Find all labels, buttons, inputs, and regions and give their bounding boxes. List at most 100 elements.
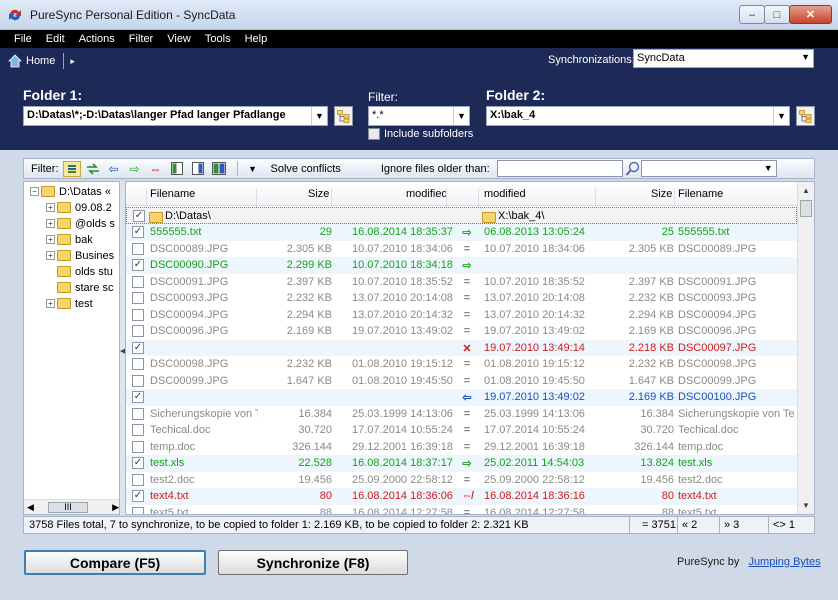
expand-icon[interactable]: + xyxy=(46,235,55,244)
action-icon[interactable]: = xyxy=(460,507,474,515)
tree-item[interactable]: + Busines xyxy=(46,248,114,263)
expand-icon[interactable]: + xyxy=(46,203,55,212)
action-icon[interactable]: ⇨ xyxy=(460,457,474,470)
grid-vertical-scrollbar[interactable]: ▲ ▼ xyxy=(797,182,814,514)
compare-button[interactable]: Compare (F5) xyxy=(24,550,206,575)
tree-item[interactable]: + 09.08.2 xyxy=(46,200,112,215)
action-icon[interactable]: = xyxy=(460,424,474,436)
row-checkbox[interactable] xyxy=(132,424,144,436)
table-row[interactable]: ✓ test.xls 22.528 16.08.2014 18:37:17 ⇨ 25.02… xyxy=(126,455,797,472)
header-filename-right[interactable]: Filename xyxy=(678,188,723,200)
menu-help[interactable]: Help xyxy=(238,33,275,45)
action-icon[interactable]: = xyxy=(460,408,474,420)
row-checkbox[interactable] xyxy=(132,473,144,486)
action-icon[interactable]: ⇦ xyxy=(460,391,474,404)
action-icon[interactable]: = xyxy=(460,375,474,387)
filter-to-right-icon[interactable]: ⇨ xyxy=(126,161,144,177)
table-row[interactable]: DSC00089.JPG 2.305 KB 10.07.2010 18:34:06 =… xyxy=(126,241,797,258)
menu-filter[interactable]: Filter xyxy=(122,33,160,45)
action-icon[interactable]: = xyxy=(460,474,474,486)
table-row[interactable]: Sicherungskopie von Te 16.384 25.03.1999 1… xyxy=(126,406,797,423)
row-checkbox[interactable] xyxy=(132,440,144,453)
row-checkbox[interactable]: ✓ xyxy=(132,457,144,469)
filter-all-icon[interactable] xyxy=(62,160,81,177)
action-icon[interactable]: = xyxy=(460,243,474,255)
table-row[interactable]: ✓ 555555.txt 29 16.08.2014 18:35:37 ⇨ 06.08.2… xyxy=(126,224,797,241)
menu-view[interactable]: View xyxy=(160,33,198,45)
filter-combo[interactable]: *.* ▼ xyxy=(368,106,470,126)
filter-conflicts-icon[interactable]: ⇔ xyxy=(147,161,165,177)
menu-actions[interactable]: Actions xyxy=(72,33,122,45)
synchronizations-select[interactable]: SyncData ▼ xyxy=(633,49,814,68)
expand-icon[interactable]: + xyxy=(46,251,55,260)
scroll-up-icon[interactable]: ▲ xyxy=(802,186,810,195)
folder1-path-combo[interactable]: D:\Datas\*;-D:\Datas\langer Pfad langer … xyxy=(23,106,328,126)
action-icon[interactable]: ⇨ xyxy=(460,226,474,239)
tree-horizontal-scrollbar[interactable]: ◀ III ▶ xyxy=(24,499,119,514)
expand-icon[interactable]: + xyxy=(46,219,55,228)
filter-changed-icon[interactable] xyxy=(84,161,102,177)
row-checkbox[interactable] xyxy=(132,506,144,514)
tree-root[interactable]: − D:\Datas « xyxy=(30,184,111,199)
breadcrumb-arrow-icon[interactable]: ▸ xyxy=(70,56,75,67)
table-row[interactable]: DSC00093.JPG 2.232 KB 13.07.2010 20:14:08 =… xyxy=(126,290,797,307)
header-size-right[interactable]: Size xyxy=(651,188,672,200)
dropdown-triangle-icon[interactable]: ▼ xyxy=(244,161,262,177)
header-modified-left[interactable]: modified xyxy=(406,188,448,200)
row-checkbox[interactable]: ✓ xyxy=(132,341,144,354)
row-checkbox[interactable] xyxy=(132,308,144,321)
collapse-icon[interactable]: − xyxy=(30,187,39,196)
scroll-thumb[interactable] xyxy=(800,200,812,217)
row-checkbox[interactable]: ✓ xyxy=(132,259,144,271)
search-icon[interactable] xyxy=(625,161,641,177)
folder-row[interactable]: ✓ D:\Datas\ X:\bak_4\ xyxy=(126,207,797,224)
row-checkbox[interactable] xyxy=(132,242,144,255)
filter-right-only-icon[interactable] xyxy=(189,161,207,177)
row-checkbox[interactable] xyxy=(132,275,144,288)
filter-to-left-icon[interactable]: ⇦ xyxy=(105,161,123,177)
tree-item[interactable]: + @olds s xyxy=(46,216,115,231)
table-row[interactable]: test2.doc 19.456 25.09.2000 22:58:12 = 25.09… xyxy=(126,472,797,489)
filter-both-icon[interactable] xyxy=(210,161,228,177)
tree-item[interactable]: stare sc xyxy=(57,280,114,295)
minimize-button[interactable]: – xyxy=(739,5,765,24)
menu-tools[interactable]: Tools xyxy=(198,33,238,45)
action-icon[interactable]: = xyxy=(460,325,474,337)
table-row[interactable]: DSC00099.JPG 1.647 KB 01.08.2010 19:45:50 =… xyxy=(126,373,797,390)
action-icon[interactable]: = xyxy=(460,276,474,288)
folder2-browse-button[interactable] xyxy=(796,106,815,126)
action-icon[interactable]: = xyxy=(460,292,474,304)
tree-item[interactable]: olds stu xyxy=(57,264,113,279)
filter-left-only-icon[interactable] xyxy=(168,161,186,177)
ignore-date-input[interactable] xyxy=(496,160,623,177)
scroll-down-icon[interactable]: ▼ xyxy=(802,501,810,510)
tree-item[interactable]: + bak xyxy=(46,232,93,247)
header-filename-left[interactable]: Filename xyxy=(150,188,195,200)
scroll-left-icon[interactable]: ◀ xyxy=(27,502,34,513)
scroll-thumb[interactable]: III xyxy=(47,501,89,513)
search-input[interactable]: ▼ xyxy=(640,160,777,177)
table-row[interactable]: ✓ ✕ 19.07.2010 13:49:14 2.218 KB DSC00097.JP… xyxy=(126,339,797,356)
include-subfolders-checkbox[interactable]: Include subfolders xyxy=(368,128,473,140)
folder2-path-combo[interactable]: X:\bak_4 ▼ xyxy=(486,106,790,126)
action-icon[interactable]: = xyxy=(460,441,474,453)
row-checkbox[interactable]: ✓ xyxy=(133,210,145,222)
action-icon[interactable]: = xyxy=(460,358,474,370)
row-checkbox[interactable]: ✓ xyxy=(132,490,144,502)
table-row[interactable]: ✓ text4.txt 80 16.08.2014 18:36:06 ⇎ 16.08.20… xyxy=(126,488,797,505)
synchronize-button[interactable]: Synchronize (F8) xyxy=(218,550,408,575)
row-checkbox[interactable]: ✓ xyxy=(132,226,144,238)
row-checkbox[interactable] xyxy=(132,358,144,370)
table-row[interactable]: text5.txt 88 16.08.2014 12:27:58 = 16.08.201… xyxy=(126,505,797,515)
table-row[interactable]: DSC00094.JPG 2.294 KB 13.07.2010 20:14:32 =… xyxy=(126,307,797,324)
close-button[interactable]: ✕ xyxy=(789,5,832,24)
table-row[interactable]: temp.doc 326.144 29.12.2001 16:39:18 = 29.12… xyxy=(126,439,797,456)
row-checkbox[interactable]: ✓ xyxy=(132,391,144,403)
row-checkbox[interactable] xyxy=(132,374,144,387)
home-button[interactable]: Home ▸ xyxy=(8,51,75,71)
action-icon[interactable]: ⇨ xyxy=(460,259,474,272)
row-checkbox[interactable] xyxy=(132,407,144,420)
table-row[interactable]: Techical.doc 30.720 17.07.2014 10:55:24 = 17… xyxy=(126,422,797,439)
tree-item[interactable]: + test xyxy=(46,296,93,311)
action-icon[interactable]: ✕ xyxy=(460,342,474,355)
